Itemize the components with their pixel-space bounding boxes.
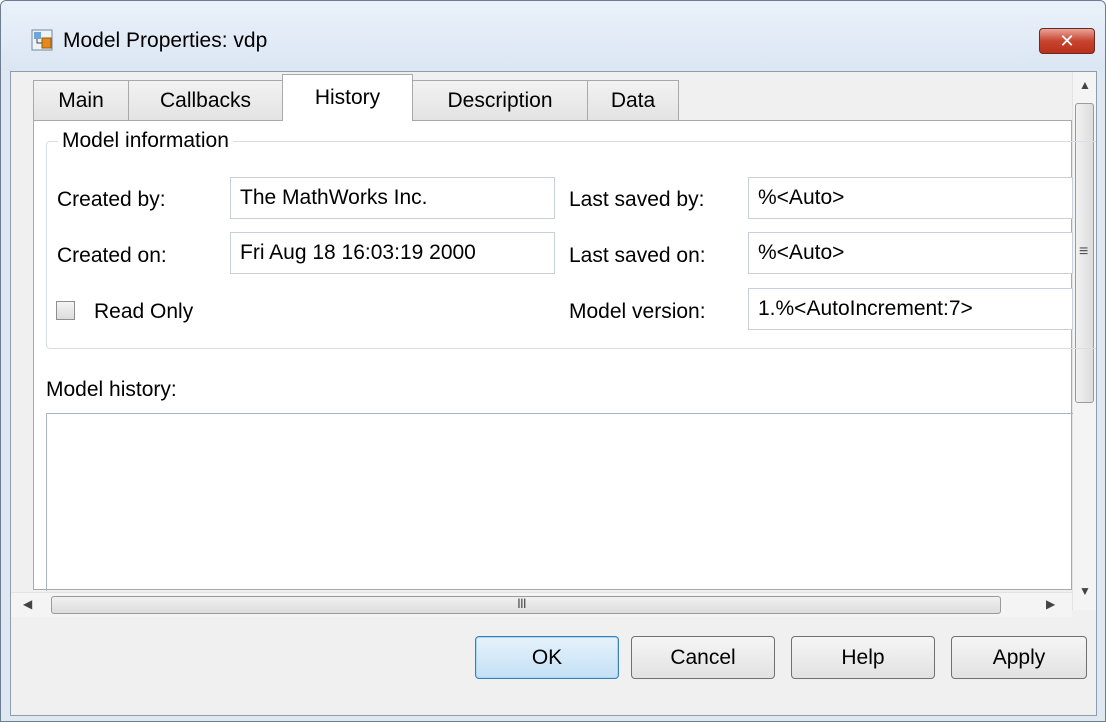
scroll-grip-icon: III: [517, 595, 527, 611]
model-version-label: Model version:: [569, 300, 706, 323]
read-only-checkbox[interactable]: [56, 301, 75, 320]
help-button-label: Help: [841, 645, 885, 669]
last-saved-on-field[interactable]: %<Auto>: [748, 232, 1073, 274]
created-by-field[interactable]: The MathWorks Inc.: [230, 177, 555, 219]
model-information-legend: Model information: [58, 129, 233, 153]
dialog-body: Main Callbacks History Description Data …: [10, 71, 1097, 716]
tab-main[interactable]: Main: [33, 80, 129, 120]
scroll-up-arrow-icon[interactable]: ▲: [1079, 78, 1091, 92]
read-only-label[interactable]: Read Only: [94, 300, 193, 324]
window-title: Model Properties: vdp: [63, 29, 268, 52]
scroll-left-arrow-icon[interactable]: ◀: [23, 597, 32, 611]
model-properties-window: Model Properties: vdp ✕ Main Callbacks H…: [0, 0, 1106, 722]
tab-label: Main: [58, 88, 104, 112]
close-icon: ✕: [1059, 30, 1075, 51]
last-saved-on-label: Last saved on:: [569, 244, 706, 267]
cancel-button-label: Cancel: [670, 645, 736, 669]
help-button[interactable]: Help: [791, 636, 935, 679]
tab-label: Callbacks: [159, 88, 252, 112]
model-version-field[interactable]: 1.%<AutoIncrement:7>: [748, 288, 1073, 330]
tab-callbacks[interactable]: Callbacks: [128, 80, 283, 120]
tab-description[interactable]: Description: [412, 80, 588, 120]
tab-label: Data: [610, 88, 656, 112]
model-history-textarea[interactable]: [46, 413, 1073, 591]
tab-data[interactable]: Data: [587, 80, 679, 120]
tab-label: History: [314, 86, 381, 109]
apply-button-label: Apply: [992, 645, 1046, 669]
scroll-down-arrow-icon[interactable]: ▼: [1079, 584, 1091, 598]
horizontal-scroll-thumb[interactable]: III: [51, 595, 1001, 614]
model-history-label: Model history:: [46, 378, 177, 401]
apply-button[interactable]: Apply: [951, 636, 1087, 679]
last-saved-by-field[interactable]: %<Auto>: [748, 177, 1073, 219]
last-saved-by-label: Last saved by:: [569, 188, 705, 211]
scroll-right-arrow-icon[interactable]: ▶: [1046, 597, 1055, 611]
ok-button[interactable]: OK: [475, 636, 619, 679]
history-tab-panel: Model information Created by: The MathWo…: [33, 120, 1096, 591]
created-on-label: Created on:: [57, 244, 167, 267]
tab-label: Description: [447, 88, 553, 112]
ok-button-label: OK: [531, 645, 563, 669]
title-bar[interactable]: Model Properties: vdp ✕: [1, 1, 1105, 71]
created-on-field[interactable]: Fri Aug 18 16:03:19 2000: [230, 232, 555, 274]
cancel-button[interactable]: Cancel: [631, 636, 775, 679]
created-by-label: Created by:: [57, 188, 166, 211]
close-button[interactable]: ✕: [1039, 28, 1095, 54]
horizontal-scrollbar[interactable]: ◀ III ▶: [11, 592, 1072, 617]
simulink-model-icon: [31, 29, 53, 51]
tab-history[interactable]: History: [282, 74, 413, 121]
